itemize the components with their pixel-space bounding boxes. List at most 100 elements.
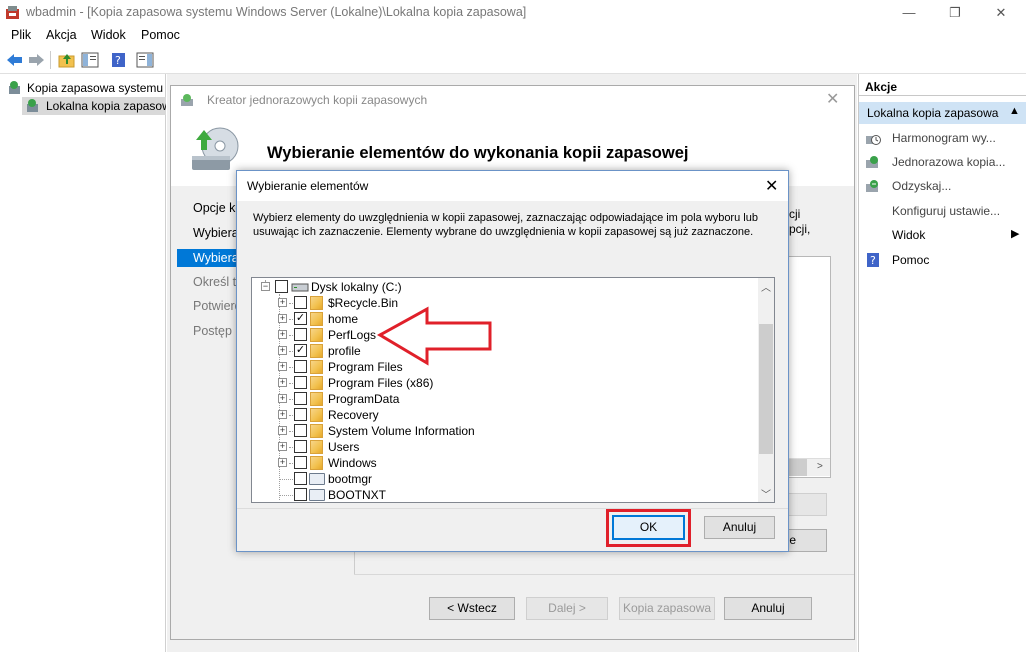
expand-icon[interactable]: + bbox=[278, 362, 287, 371]
up-folder-icon[interactable] bbox=[58, 52, 76, 68]
item-checkbox[interactable]: ✓ bbox=[294, 344, 307, 357]
wizard-cancel-button[interactable]: Anuluj bbox=[724, 597, 812, 620]
expand-icon[interactable]: + bbox=[278, 410, 287, 419]
item-checkbox[interactable] bbox=[294, 456, 307, 469]
menu-plik[interactable]: Plik bbox=[11, 28, 31, 42]
step-destination-type: Określ typ miejsca docelowego bbox=[193, 275, 237, 289]
item-checkbox[interactable] bbox=[294, 392, 307, 405]
item-label: Users bbox=[328, 440, 360, 454]
tree-vscrollbar[interactable]: ︿ ﹀ bbox=[758, 278, 774, 502]
dialog-cancel-button[interactable]: Anuluj bbox=[704, 516, 775, 539]
recover-icon bbox=[866, 180, 878, 192]
action-configure-label: Konfiguruj ustawie... bbox=[892, 204, 1001, 218]
step-select-items: Wybieranie elementów bbox=[193, 251, 237, 265]
action-help[interactable]: ? Pomoc bbox=[865, 251, 1025, 271]
tree-item-root[interactable]: Kopia zapasowa systemu Windows Server (L… bbox=[6, 80, 164, 96]
menu-widok[interactable]: Widok bbox=[91, 28, 126, 42]
collapse-expander-icon[interactable]: − bbox=[261, 282, 270, 291]
wizard-hidden-text-1: cji bbox=[789, 207, 801, 221]
tree-row: BOOTNXT bbox=[252, 487, 752, 502]
forward-icon[interactable] bbox=[27, 52, 45, 68]
action-view[interactable]: Widok ▶ bbox=[865, 226, 1025, 246]
tree-item-local-backup[interactable]: Lokalna kopia zapasowa bbox=[22, 97, 166, 115]
expand-icon[interactable]: + bbox=[278, 378, 287, 387]
folder-icon bbox=[310, 376, 323, 390]
wizard-backup-button: Kopia zapasowa bbox=[619, 597, 715, 620]
tree-row: + Program Files bbox=[252, 359, 752, 375]
svg-text:?: ? bbox=[115, 54, 121, 67]
item-checkbox[interactable] bbox=[294, 360, 307, 373]
item-checkbox[interactable] bbox=[294, 296, 307, 309]
folder-icon bbox=[310, 344, 323, 358]
help-icon[interactable]: ? bbox=[110, 52, 128, 68]
action-backup-once[interactable]: Jednorazowa kopia... bbox=[865, 153, 1025, 173]
actions-section-label: Lokalna kopia zapasowa bbox=[867, 106, 999, 120]
wizard-back-button[interactable]: < Wstecz bbox=[429, 597, 515, 620]
expand-icon[interactable]: + bbox=[278, 346, 287, 355]
actions-pane: Akcje Lokalna kopia zapasowa ▲ Harmonogr… bbox=[858, 74, 1026, 652]
folder-icon bbox=[310, 296, 323, 310]
expand-icon[interactable]: + bbox=[278, 442, 287, 451]
wizard-next-button: Dalej > bbox=[526, 597, 608, 620]
tree-root-label: Dysk lokalny (C:) bbox=[311, 280, 402, 294]
dialog-close-button[interactable]: ✕ bbox=[765, 176, 778, 196]
menu-akcja[interactable]: Akcja bbox=[46, 28, 77, 42]
action-help-label: Pomoc bbox=[892, 253, 930, 267]
expand-icon[interactable]: + bbox=[278, 394, 287, 403]
item-label: System Volume Information bbox=[328, 424, 475, 438]
action-schedule-backup[interactable]: Harmonogram wy... bbox=[865, 129, 1025, 149]
item-checkbox[interactable] bbox=[294, 472, 307, 485]
scroll-up-icon[interactable]: ︿ bbox=[761, 279, 771, 294]
item-checkbox[interactable] bbox=[294, 376, 307, 389]
action-recover[interactable]: Odzyskaj... bbox=[865, 177, 1025, 197]
svg-text:?: ? bbox=[870, 254, 876, 267]
expand-icon[interactable]: + bbox=[278, 330, 287, 339]
item-checkbox[interactable] bbox=[294, 408, 307, 421]
item-checkbox[interactable] bbox=[294, 328, 307, 341]
expand-icon[interactable]: + bbox=[278, 458, 287, 467]
folder-icon bbox=[310, 408, 323, 422]
show-hide-action-pane-icon[interactable] bbox=[136, 52, 154, 68]
expand-icon[interactable]: + bbox=[278, 426, 287, 435]
actions-section-header[interactable]: Lokalna kopia zapasowa ▲ bbox=[859, 102, 1026, 124]
close-window-button[interactable]: ✕ bbox=[978, 0, 1024, 26]
backup-once-icon bbox=[866, 156, 878, 168]
restore-button[interactable]: ❐ bbox=[932, 0, 978, 26]
scroll-thumb[interactable] bbox=[759, 324, 773, 454]
folder-icon bbox=[310, 424, 323, 438]
console-tree: Kopia zapasowa systemu Windows Server (L… bbox=[0, 74, 166, 652]
tree-row: + Recovery bbox=[252, 407, 752, 423]
action-view-label: Widok bbox=[892, 228, 926, 242]
wizard-close-button[interactable]: ✕ bbox=[826, 89, 839, 109]
item-checkbox[interactable] bbox=[294, 424, 307, 437]
window-title: wbadmin - [Kopia zapasowa systemu Window… bbox=[26, 5, 527, 19]
collapse-arrow-icon[interactable]: ▲ bbox=[1009, 105, 1020, 117]
expand-icon[interactable]: + bbox=[278, 314, 287, 323]
item-label: home bbox=[328, 312, 359, 326]
items-tree: − Dysk lokalny (C:) + $Recycle.Bin + ✓ home +… bbox=[251, 277, 775, 503]
back-icon[interactable] bbox=[6, 52, 24, 68]
annotation-arrow bbox=[376, 306, 492, 366]
item-checkbox[interactable] bbox=[294, 440, 307, 453]
menu-pomoc[interactable]: Pomoc bbox=[141, 28, 180, 42]
tree-item-local-backup-label: Lokalna kopia zapasowa bbox=[46, 99, 166, 113]
dialog-description: Wybierz elementy do uwzględnienia w kopi… bbox=[253, 212, 758, 238]
show-hide-tree-icon[interactable] bbox=[81, 52, 99, 68]
expand-icon[interactable]: + bbox=[278, 298, 287, 307]
folder-icon bbox=[310, 312, 323, 326]
tree-row-root: − Dysk lokalny (C:) bbox=[252, 279, 752, 295]
file-icon bbox=[309, 489, 325, 501]
action-configure-settings[interactable]: Konfiguruj ustawie... bbox=[865, 202, 1025, 222]
scroll-down-icon[interactable]: ﹀ bbox=[761, 486, 771, 501]
item-checkbox[interactable]: ✓ bbox=[294, 312, 307, 325]
item-label: BOOTNXT bbox=[328, 488, 387, 502]
item-label: Recovery bbox=[328, 408, 379, 422]
folder-icon bbox=[310, 328, 323, 342]
backup-server-icon bbox=[9, 81, 20, 94]
wbadmin-app-icon bbox=[6, 6, 19, 19]
minimize-button[interactable]: — bbox=[886, 0, 932, 26]
item-checkbox[interactable] bbox=[294, 488, 307, 501]
wizard-list-hscroll[interactable]: > bbox=[783, 458, 830, 476]
dialog-ok-button[interactable]: OK bbox=[612, 515, 685, 540]
tree-root-checkbox[interactable] bbox=[275, 280, 288, 293]
